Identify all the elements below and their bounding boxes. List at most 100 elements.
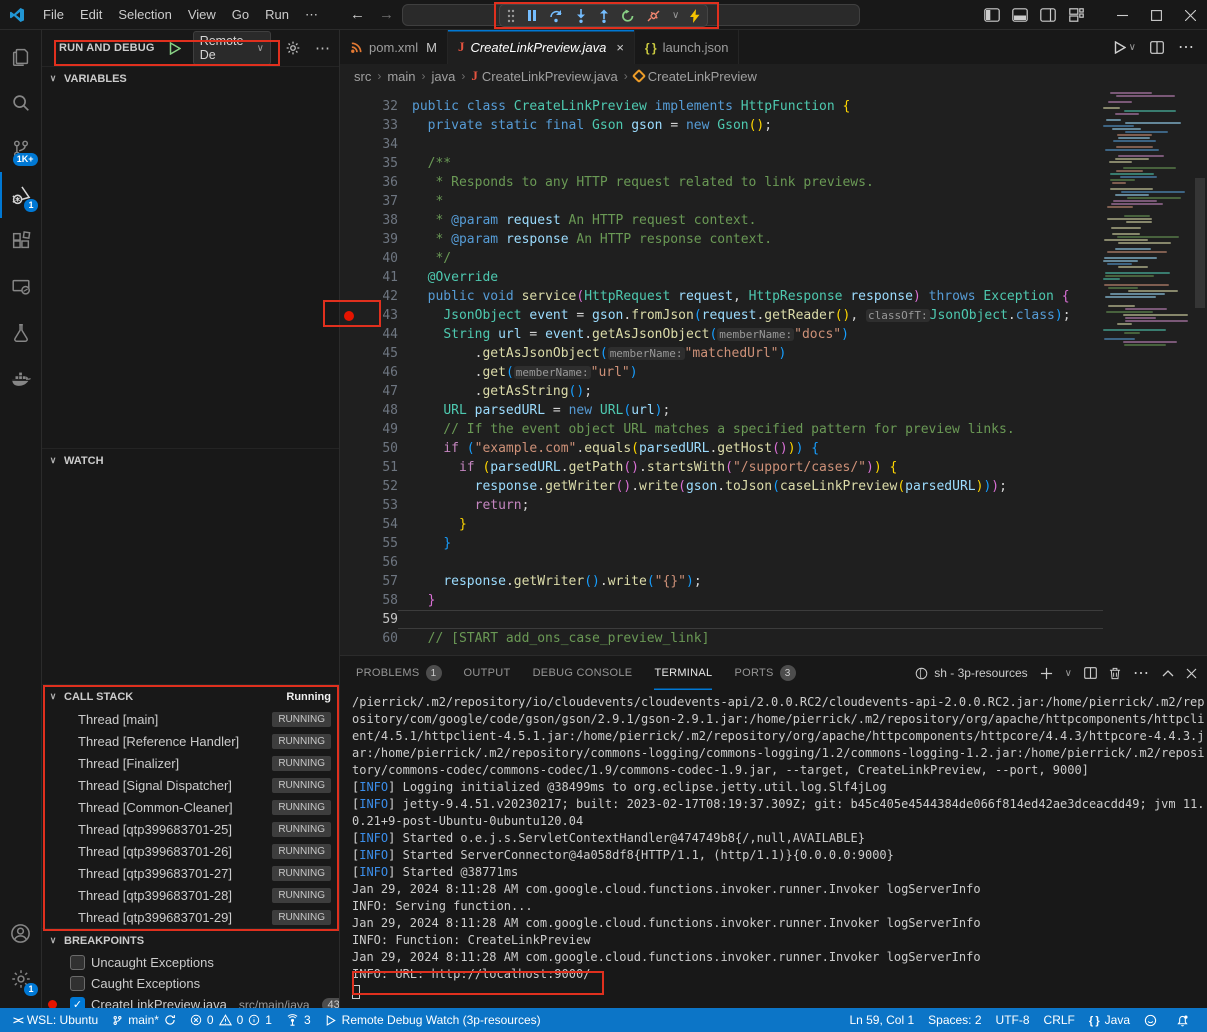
close-tab-icon[interactable]: × [616,40,624,55]
glyph-margin[interactable] [340,268,358,287]
code-line-40[interactable]: 40 */ [340,249,1207,268]
glyph-margin[interactable] [340,401,358,420]
pause-button[interactable] [526,9,538,22]
breakpoint-dot[interactable] [340,306,358,325]
history-back-button[interactable]: ← [350,6,365,23]
toggle-secondary-sidebar-icon[interactable] [1037,0,1059,30]
cursor-position-status[interactable]: Ln 59, Col 1 [842,1008,921,1032]
chevron-down-icon[interactable]: ∨ [672,10,679,21]
breakpoint-checkbox[interactable]: ✓ [70,997,85,1008]
drag-handle-icon[interactable] [507,9,515,23]
glyph-margin[interactable] [340,135,358,154]
eol-status[interactable]: CRLF [1037,1008,1082,1032]
code-line-44[interactable]: 44 String url = event.getAsJsonObject(me… [340,325,1207,344]
code-line-35[interactable]: 35 /** [340,154,1207,173]
code-line-58[interactable]: 58 } [340,591,1207,610]
glyph-margin[interactable] [340,325,358,344]
restart-button[interactable] [621,9,635,23]
code-line-43[interactable]: 43 JsonObject event = gson.fromJson(requ… [340,306,1207,325]
customize-layout-icon[interactable] [1065,0,1087,30]
code-line-50[interactable]: 50 if ("example.com".equals(parsedURL.ge… [340,439,1207,458]
breadcrumb-item[interactable]: main [387,69,415,84]
glyph-margin[interactable] [340,477,358,496]
encoding-status[interactable]: UTF-8 [989,1008,1037,1032]
glyph-margin[interactable] [340,173,358,192]
split-editor-button[interactable] [1150,41,1164,54]
menu-selection[interactable]: Selection [110,4,179,25]
glyph-margin[interactable] [340,553,358,572]
glyph-margin[interactable] [340,363,358,382]
breakpoint-row[interactable]: Caught Exceptions [42,973,339,994]
glyph-margin[interactable] [340,154,358,173]
panel-tab-ports[interactable]: PORTS 3 [734,656,795,690]
callstack-thread-row[interactable]: Thread [Signal Dispatcher] RUNNING [42,774,339,796]
code-line-60[interactable]: 60 // [START add_ons_case_preview_link] [340,629,1207,648]
callstack-thread-row[interactable]: Thread [qtp399683701-27] RUNNING [42,862,339,884]
launch-config-select[interactable]: Remote De ∨ [193,31,271,65]
breakpoint-checkbox[interactable] [70,955,85,970]
start-debug-button[interactable] [169,42,181,55]
code-line-53[interactable]: 53 return; [340,496,1207,515]
code-line-34[interactable]: 34 [340,135,1207,154]
history-forward-button[interactable]: → [379,6,394,23]
views-more-actions-icon[interactable]: ⋯ [315,39,331,57]
code-line-52[interactable]: 52 response.getWriter().write(gson.toJso… [340,477,1207,496]
breakpoint-row[interactable]: Uncaught Exceptions [42,952,339,973]
menu-⋯[interactable]: ⋯ [297,4,326,25]
glyph-margin[interactable] [340,420,358,439]
glyph-margin[interactable] [340,515,358,534]
remote-status[interactable]: >< WSL: Ubuntu [6,1008,105,1032]
code-line-39[interactable]: 39 * @param response An HTTP response co… [340,230,1207,249]
run-file-button[interactable]: ∨ [1114,41,1136,54]
code-line-45[interactable]: 45 .getAsJsonObject(memberName:"matchedU… [340,344,1207,363]
breadcrumb-item[interactable]: src [354,69,371,84]
ports-status[interactable]: 3 [279,1008,318,1032]
split-terminal-button[interactable] [1084,667,1097,679]
disconnect-button[interactable] [646,9,661,23]
remote-explorer-icon[interactable] [0,264,42,310]
menu-go[interactable]: Go [224,4,257,25]
explorer-icon[interactable] [0,34,42,80]
search-icon[interactable] [0,80,42,126]
code-line-37[interactable]: 37 * [340,192,1207,211]
problems-status[interactable]: 0 0 1 [183,1008,279,1032]
glyph-margin[interactable] [340,211,358,230]
glyph-margin[interactable] [340,344,358,363]
docker-icon[interactable] [0,356,42,402]
breakpoint-row[interactable]: ✓ CreateLinkPreview.java src/main/java 4… [42,994,339,1008]
terminal-dropdown-icon[interactable]: ∨ [1065,668,1072,679]
glyph-margin[interactable] [340,591,358,610]
code-line-38[interactable]: 38 * @param request An HTTP request cont… [340,211,1207,230]
glyph-margin[interactable] [340,249,358,268]
code-line-55[interactable]: 55 } [340,534,1207,553]
callstack-thread-row[interactable]: Thread [main] RUNNING [42,708,339,730]
debug-session-status[interactable]: Remote Debug Watch (3p-resources) [318,1008,548,1032]
glyph-margin[interactable] [340,230,358,249]
code-line-42[interactable]: 42 public void service(HttpRequest reque… [340,287,1207,306]
code-line-36[interactable]: 36 * Responds to any HTTP request relate… [340,173,1207,192]
toggle-panel-icon[interactable] [1009,0,1031,30]
callstack-section-header[interactable]: ∨ CALL STACK Running [42,684,339,708]
glyph-margin[interactable] [340,534,358,553]
editor-scrollbar[interactable] [1195,178,1205,308]
minimap[interactable] [1103,92,1191,350]
menu-edit[interactable]: Edit [72,4,110,25]
glyph-margin[interactable] [340,439,358,458]
kill-terminal-icon[interactable] [1109,667,1121,680]
glyph-margin[interactable] [340,572,358,591]
panel-tab-problems[interactable]: PROBLEMS 1 [356,656,442,690]
step-into-button[interactable] [575,9,587,23]
breakpoints-section-header[interactable]: ∨ BREAKPOINTS [42,928,339,952]
tab-launch.json[interactable]: { } launch.json [635,30,740,64]
testing-icon[interactable] [0,310,42,356]
branch-status[interactable]: main* [105,1008,183,1032]
glyph-margin[interactable] [340,382,358,401]
glyph-margin[interactable] [340,629,358,648]
panel-more-actions-icon[interactable]: ⋯ [1133,663,1150,683]
account-icon[interactable] [0,910,42,956]
watch-section-header[interactable]: ∨ WATCH [42,448,339,472]
maximize-button[interactable] [1139,0,1173,30]
code-line-56[interactable]: 56 [340,553,1207,572]
glyph-margin[interactable] [340,116,358,135]
editor-more-actions-icon[interactable]: ⋯ [1178,37,1195,57]
